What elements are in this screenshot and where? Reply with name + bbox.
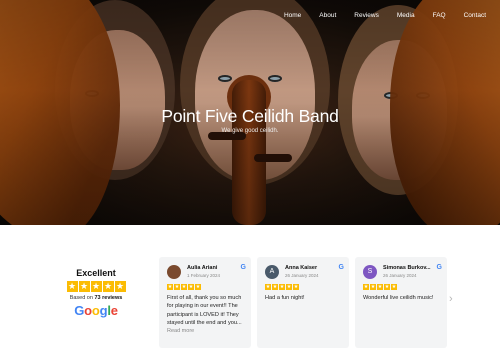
star-icon: ★: [90, 281, 102, 292]
review-text: Wonderful live ceilidh music!: [363, 295, 434, 301]
based-on-prefix: Based on: [69, 295, 93, 301]
google-g-icon: G: [436, 264, 442, 271]
nav-faq-link[interactable]: FAQ: [433, 12, 446, 19]
star-icon: ★: [188, 284, 194, 290]
star-icon: ★: [195, 284, 201, 290]
star-icon: ★: [114, 281, 126, 292]
reviewer-avatar: [167, 265, 181, 279]
hero-subtitle: We give good ceilidh.: [221, 128, 279, 134]
star-icon: ★: [265, 284, 271, 290]
star-icon: ★: [286, 284, 292, 290]
review-text: First of all, thank you so much for play…: [167, 295, 242, 327]
star-icon: ★: [377, 284, 383, 290]
review-card: S Simonas Burkov... 26 January 2024 G ★ ★…: [355, 257, 447, 348]
nav-home-link[interactable]: Home: [284, 12, 301, 19]
star-icon: ★: [78, 281, 90, 292]
star-icon: ★: [370, 284, 376, 290]
star-icon: ★: [167, 284, 173, 290]
rating-word: Excellent: [76, 268, 116, 278]
star-icon: ★: [181, 284, 187, 290]
star-icon: ★: [384, 284, 390, 290]
read-more-link[interactable]: Read more: [167, 328, 194, 334]
google-g-icon: G: [338, 264, 344, 271]
reviewer-avatar: S: [363, 265, 377, 279]
google-logo: Google: [58, 303, 134, 318]
review-stars: ★ ★ ★ ★ ★: [363, 284, 397, 290]
nav-contact-link[interactable]: Contact: [464, 12, 486, 19]
review-stars: ★ ★ ★ ★ ★: [167, 284, 201, 290]
nav-reviews-link[interactable]: Reviews: [354, 12, 379, 19]
reviewer-name: Simonas Burkov...: [383, 265, 431, 271]
google-logo-letter: o: [84, 303, 92, 318]
review-count[interactable]: 73 reviews: [94, 295, 122, 301]
reviewer-name: Anna Kaiser: [285, 265, 318, 271]
review-date: 26 January 2024: [383, 273, 417, 278]
star-icon: ★: [174, 284, 180, 290]
review-summary: Excellent ★ ★ ★ ★ ★ Based on 73 reviews …: [58, 268, 134, 318]
star-icon: ★: [272, 284, 278, 290]
review-date: 1 February 2024: [187, 273, 221, 278]
google-logo-letter: G: [74, 303, 85, 318]
star-icon: ★: [66, 281, 78, 292]
reviewer-avatar: A: [265, 265, 279, 279]
summary-stars: ★ ★ ★ ★ ★: [58, 281, 134, 292]
star-icon: ★: [102, 281, 114, 292]
chevron-right-icon[interactable]: ›: [449, 293, 453, 305]
nav-about-link[interactable]: About: [319, 12, 336, 19]
nav-media-link[interactable]: Media: [397, 12, 415, 19]
google-logo-letter: o: [91, 303, 100, 318]
hero-title: Point Five Ceilidh Band: [161, 106, 339, 126]
star-icon: ★: [363, 284, 369, 290]
review-stars: ★ ★ ★ ★ ★: [265, 284, 299, 290]
review-text: Had a fun night!: [265, 295, 305, 301]
google-g-icon: G: [240, 264, 246, 271]
reviewer-name: Aulia Ariani: [187, 265, 218, 271]
hero-banner: Home About Reviews Media FAQ Contact Poi…: [0, 0, 500, 225]
review-date: 26 January 2024: [285, 273, 319, 278]
star-icon: ★: [391, 284, 397, 290]
star-icon: ★: [293, 284, 299, 290]
star-icon: ★: [279, 284, 285, 290]
review-card: Aulia Ariani 1 February 2024 G ★ ★ ★ ★ ★ Fir…: [159, 257, 251, 348]
based-on-text: Based on 73 reviews: [58, 295, 134, 301]
main-nav: Home About Reviews Media FAQ Contact: [266, 12, 486, 19]
google-logo-letter: e: [110, 303, 118, 318]
review-card: A Anna Kaiser 26 January 2024 G ★ ★ ★ ★ ★ Ha…: [257, 257, 349, 348]
